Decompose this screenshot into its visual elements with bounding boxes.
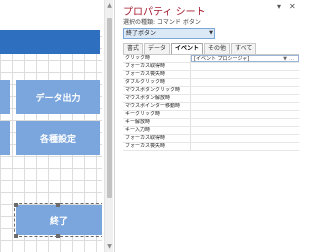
property-row[interactable]: マウスポインター移動時 xyxy=(123,103,299,111)
property-value[interactable] xyxy=(191,79,299,86)
exit-button[interactable]: 終了 xyxy=(14,203,102,237)
form-design-canvas[interactable]: データ出力 各種設定 終了 xyxy=(0,0,102,252)
settings-button[interactable]: 各種設定 xyxy=(16,121,100,155)
property-value[interactable] xyxy=(191,119,299,126)
property-row[interactable]: フォーカス取得時 xyxy=(123,135,299,143)
arrow-up-icon[interactable]: ▲ xyxy=(106,1,113,10)
partial-button-left-1[interactable] xyxy=(0,80,10,114)
property-row[interactable]: フォーカス取得時 xyxy=(123,63,299,71)
property-value[interactable] xyxy=(191,143,299,150)
resize-handle-top[interactable] xyxy=(56,203,60,207)
property-sheet-title: プロパティ シート xyxy=(123,7,206,18)
property-grid: クリック時 [イベント プロシージャ] ▼… フォーカス取得時 フォーカス喪失時… xyxy=(123,54,299,151)
chevron-down-icon[interactable]: ▼ xyxy=(209,29,213,38)
property-name: マウスボタン解放時 xyxy=(123,95,191,102)
property-name: フォーカス喪失時 xyxy=(123,143,191,150)
form-section-bar[interactable] xyxy=(0,30,100,54)
resize-handle-bottom-left[interactable] xyxy=(14,234,18,238)
tab-other[interactable]: その他 xyxy=(204,43,231,54)
chevron-down-icon[interactable]: ▾ xyxy=(277,2,281,11)
property-name: フォーカス取得時 xyxy=(123,63,191,70)
scrollbar-thumb[interactable] xyxy=(107,18,112,198)
property-row[interactable]: マウスボタンクリック時 xyxy=(123,87,299,95)
property-name: フォーカス喪失時 xyxy=(123,71,191,78)
property-name: キー解放時 xyxy=(123,119,191,126)
control-selector-dropdown[interactable]: 終了ボタン ▼ xyxy=(123,28,215,39)
property-value[interactable]: [イベント プロシージャ] ▼… xyxy=(191,55,299,62)
property-name: マウスポインター移動時 xyxy=(123,103,191,110)
tab-all[interactable]: すべて xyxy=(231,43,257,54)
property-name: マウスボタンクリック時 xyxy=(123,87,191,94)
property-row[interactable]: キー入力時 xyxy=(123,127,299,135)
property-value[interactable] xyxy=(191,103,299,110)
property-row[interactable]: フォーカス喪失時 xyxy=(123,71,299,79)
property-row[interactable]: マウスボタン解放時 xyxy=(123,95,299,103)
builder-ellipsis-icon[interactable]: … xyxy=(289,56,296,61)
property-row[interactable]: クリック時 [イベント プロシージャ] ▼… xyxy=(123,55,299,63)
selection-type-label: 選択の種類: コマンド ボタン xyxy=(123,19,201,26)
property-value[interactable] xyxy=(191,111,299,118)
data-output-button[interactable]: データ出力 xyxy=(16,80,100,114)
property-sheet-pane: プロパティ シート ▾ ✕ 選択の種類: コマンド ボタン 終了ボタン ▼ 書式… xyxy=(114,0,300,252)
form-top-margin xyxy=(0,0,102,30)
partial-button-left-2[interactable] xyxy=(0,121,10,155)
property-row[interactable]: ダブルクリック時 xyxy=(123,79,299,87)
property-value[interactable] xyxy=(191,135,299,142)
property-value[interactable] xyxy=(191,71,299,78)
selected-control-name: 終了ボタン xyxy=(126,30,157,37)
tab-data[interactable]: データ xyxy=(144,43,171,54)
close-icon[interactable]: ✕ xyxy=(289,2,296,11)
property-name: ダブルクリック時 xyxy=(123,79,191,86)
property-name: キークリック時 xyxy=(123,111,191,118)
property-row[interactable]: キークリック時 xyxy=(123,111,299,119)
tab-format[interactable]: 書式 xyxy=(123,43,144,54)
arrow-down-icon[interactable]: ▼ xyxy=(106,242,113,251)
property-row[interactable]: フォーカス喪失時 xyxy=(123,143,299,151)
property-value-text: [イベント プロシージャ] xyxy=(194,56,250,62)
property-row[interactable]: キー解放時 xyxy=(123,119,299,127)
property-name: クリック時 xyxy=(123,55,191,62)
property-tabs: 書式 データ イベント その他 すべて xyxy=(123,43,257,54)
property-name: キー入力時 xyxy=(123,127,191,134)
property-value[interactable] xyxy=(191,95,299,102)
property-value[interactable] xyxy=(191,63,299,70)
tab-event[interactable]: イベント xyxy=(171,43,204,54)
property-value[interactable] xyxy=(191,127,299,134)
resize-handle-top-left[interactable] xyxy=(14,203,18,207)
resize-handle-bottom[interactable] xyxy=(56,234,60,238)
property-value[interactable] xyxy=(191,87,299,94)
vertical-scrollbar[interactable]: ▲ ▼ xyxy=(104,0,113,252)
property-name: フォーカス取得時 xyxy=(123,135,191,142)
